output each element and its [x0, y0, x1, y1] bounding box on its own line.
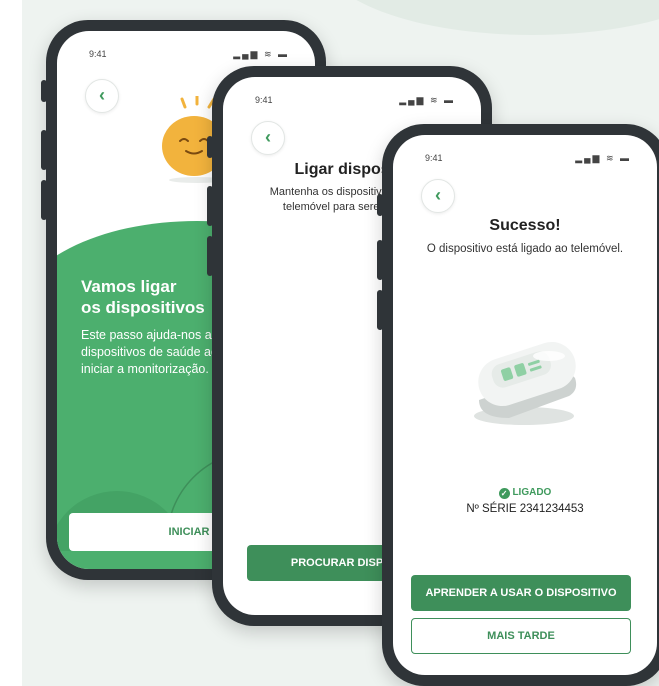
volume-up-button [377, 240, 383, 280]
volume-down-button [207, 236, 213, 276]
status-time: 9:41 [425, 153, 443, 163]
status-icons: ▂▄▆ ≋ ▬ [399, 95, 455, 105]
status-time: 9:41 [89, 49, 107, 59]
volume-up-button [41, 130, 47, 170]
mute-switch [41, 80, 47, 102]
back-button[interactable]: ‹ [85, 79, 119, 113]
phone-success: 9:41 ▂▄▆ ≋ ▬ ‹ Sucesso! O dispositivo es… [377, 124, 659, 686]
success-subtitle: O dispositivo está ligado ao telemóvel. [426, 243, 624, 255]
success-title: Sucesso! [489, 217, 561, 234]
status-icons: ▂▄▆ ≋ ▬ [575, 153, 631, 163]
back-button[interactable]: ‹ [421, 179, 455, 213]
serial-number: Nº SÉRIE 2341234453 [466, 503, 584, 515]
check-circle-icon: ✓ [498, 488, 510, 499]
volume-down-button [377, 290, 383, 330]
status-bar: 9:41 ▂▄▆ ≋ ▬ [393, 153, 657, 167]
status-bar: 9:41 ▂▄▆ ≋ ▬ [223, 95, 481, 109]
screen-success: 9:41 ▂▄▆ ≋ ▬ ‹ Sucesso! O dispositivo es… [393, 135, 657, 675]
chevron-left-icon: ‹ [265, 127, 271, 147]
status-icons: ▂▄▆ ≋ ▬ [233, 49, 289, 59]
learn-device-button[interactable]: APRENDER A USAR O DISPOSITIVO [411, 575, 631, 611]
status-bar: 9:41 ▂▄▆ ≋ ▬ [57, 49, 315, 63]
status-label: LIGADO [512, 487, 552, 498]
connection-status: ✓ LIGADO [393, 487, 657, 499]
mute-switch [207, 136, 213, 158]
decorative-blob [322, 0, 659, 35]
chevron-left-icon: ‹ [99, 85, 105, 105]
volume-down-button [41, 180, 47, 220]
chevron-left-icon: ‹ [435, 185, 441, 205]
later-button[interactable]: MAIS TARDE [411, 618, 631, 654]
mute-switch [377, 194, 383, 216]
back-button[interactable]: ‹ [251, 121, 285, 155]
status-time: 9:41 [255, 95, 273, 105]
volume-up-button [207, 186, 213, 226]
showcase-background: 9:41 ▂▄▆ ≋ ▬ ‹ Vamos ligar os dispositiv… [22, 0, 659, 686]
pulse-oximeter-image [474, 341, 577, 425]
